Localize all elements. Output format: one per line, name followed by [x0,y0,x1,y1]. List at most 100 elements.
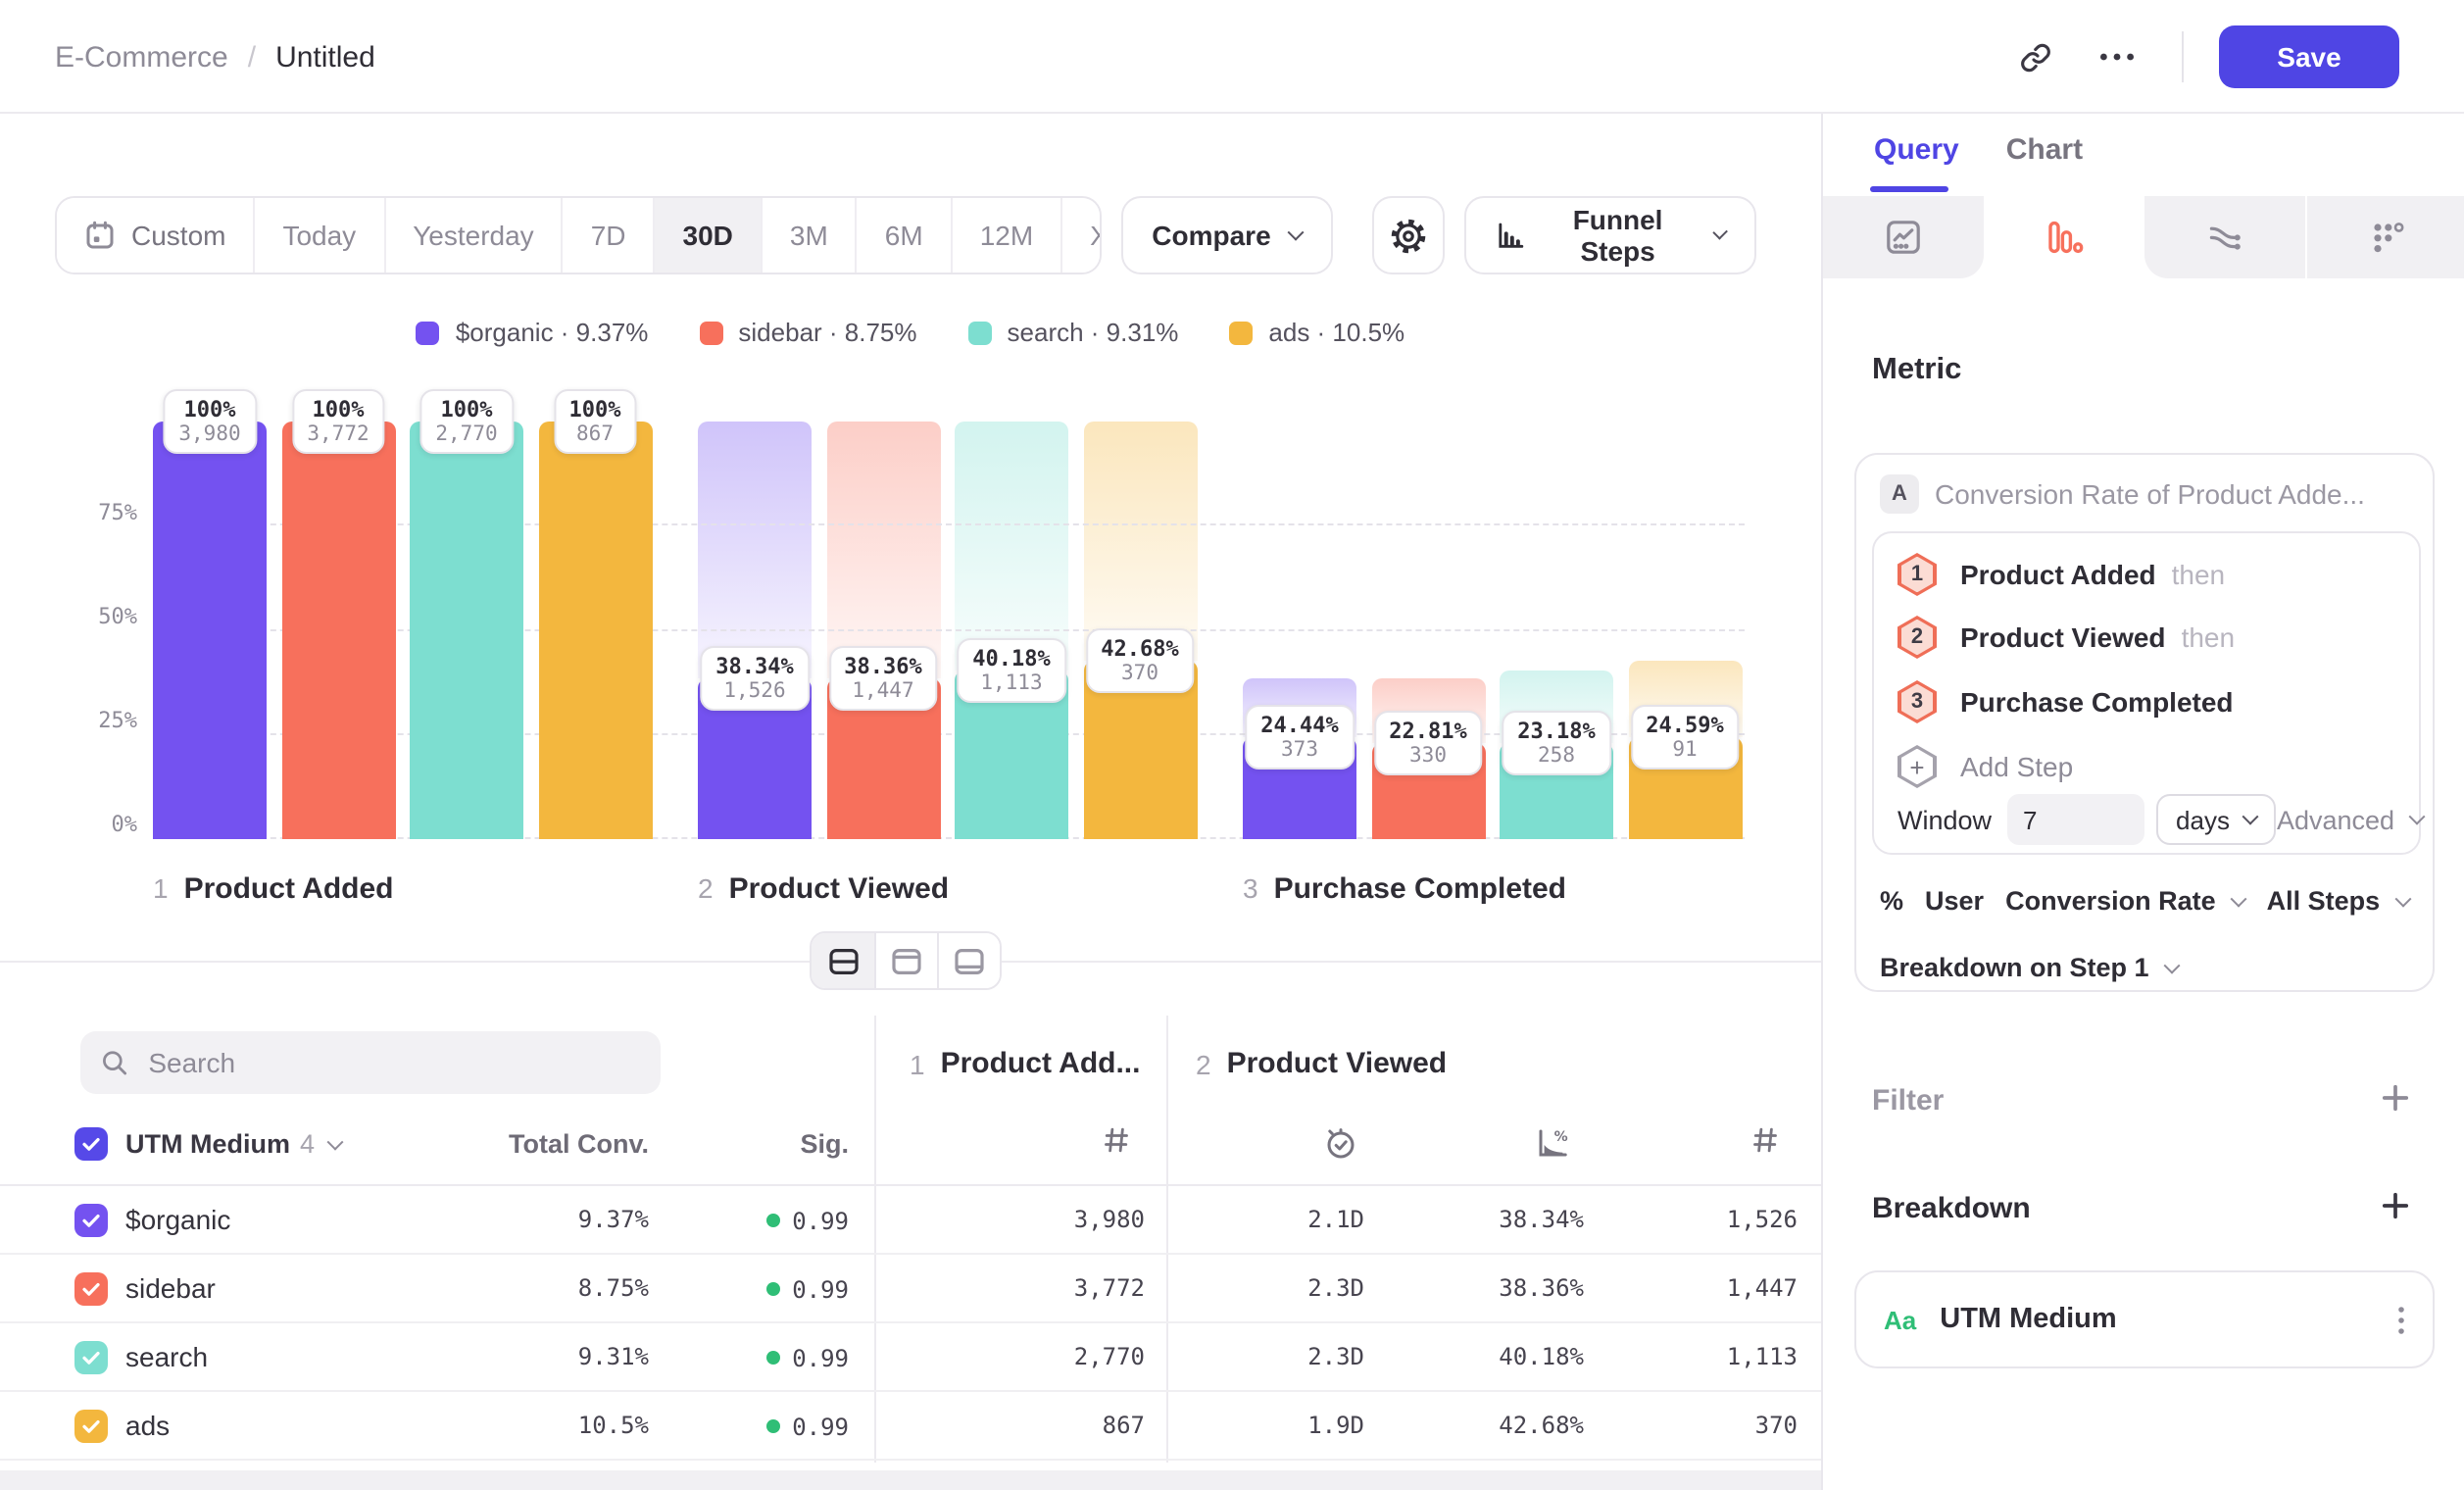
breadcrumb-project[interactable]: E-Commerce [55,40,228,74]
hash-icon [1102,1125,1131,1155]
select-all-checkbox[interactable] [74,1127,108,1161]
layout-chart-only-button[interactable] [874,933,937,988]
total-conv-column-header[interactable]: Total Conv. [453,1129,649,1159]
range-3m[interactable]: 3M [761,198,856,273]
breadcrumb-title[interactable]: Untitled [275,40,375,74]
range-6m[interactable]: 6M [856,198,951,273]
legend-item[interactable]: ads · 10.5% [1229,318,1404,347]
breakdown-on-selector[interactable]: Breakdown on Step 1 [1880,953,2179,982]
funnel-bar[interactable] [281,422,395,839]
table-row[interactable]: $organic9.37%0.993,9802.1D38.34%1,526 [0,1186,1821,1255]
range-custom[interactable]: Custom [57,198,253,273]
window-unit-select[interactable]: days [2156,794,2277,845]
compare-button[interactable]: Compare [1120,196,1333,274]
row-significance: 0.99 [725,1392,849,1461]
layout-top-icon [890,944,923,977]
table-row[interactable]: sidebar8.75%0.993,7722.3D38.36%1,447 [0,1255,1821,1323]
panel-tabs: Query Chart [1874,133,2083,167]
breakdown-count: 4 [300,1129,315,1159]
breakdown-property-card[interactable]: Aa UTM Medium [1854,1270,2435,1368]
count-column-icon[interactable] [1750,1125,1780,1165]
layout-table-only-button[interactable] [937,933,1000,988]
bar-count: 3,980 [178,422,240,446]
funnel-step-row[interactable]: 3 Purchase Completed [1897,680,2234,723]
add-filter-button[interactable] [2380,1082,2411,1114]
layout-split-button[interactable] [812,933,874,988]
range-today[interactable]: Today [253,198,383,273]
significance-column-header[interactable]: Sig. [751,1129,849,1159]
entity-selector[interactable]: User [1925,886,1984,916]
bar-pct: 22.81% [1389,720,1467,745]
percent-prefix: % [1880,886,1903,916]
legend-item[interactable]: search · 9.31% [968,318,1179,347]
check-icon [80,1416,102,1437]
range-xtd[interactable]: XTD [1060,198,1101,273]
bar-pct: 100% [307,397,369,422]
legend-item[interactable]: sidebar · 8.75% [699,318,916,347]
layout-bottom-icon [953,944,986,977]
row-checkbox[interactable] [74,1410,108,1443]
row-checkbox[interactable] [74,1204,108,1237]
search-input[interactable] [144,1045,641,1080]
table-search[interactable] [80,1031,661,1094]
save-button[interactable]: Save [2219,25,2399,88]
window-value-input[interactable] [2007,794,2144,845]
row-checkbox[interactable] [74,1272,108,1306]
row-total-conv: 9.37% [492,1186,649,1255]
range-7d[interactable]: 7D [562,198,654,273]
time-range-control: Custom Today Yesterday 7D 30D 3M 6M 12M … [55,196,1101,274]
funnel-bar-label: 38.34%1,526 [700,647,810,712]
flows-tab[interactable] [2144,195,2305,277]
row-significance: 0.99 [725,1255,849,1323]
funnel-ghost-bar [955,422,1068,671]
tab-query[interactable]: Query [1874,133,1959,167]
funnel-bar[interactable] [410,422,523,839]
significance-dot [766,1214,780,1227]
funnel-bar-label: 38.36%1,447 [828,647,938,712]
legend-label: $organic · 9.37% [456,318,649,347]
table-row[interactable]: ads10.5%0.998671.9D42.68%370 [0,1392,1821,1461]
chart-settings-button[interactable] [1373,196,1445,274]
row-checkbox[interactable] [74,1341,108,1374]
steps-scope-selector[interactable]: All Steps [2267,886,2410,916]
range-yesterday[interactable]: Yesterday [383,198,562,273]
breakdown-options-button[interactable] [2397,1305,2405,1334]
breadcrumb: E-Commerce / Untitled [55,0,375,114]
funnel-bar-label: 100%3,772 [291,389,384,454]
avg-time-column-icon[interactable] [1323,1125,1358,1170]
metric-series-row[interactable]: A Conversion Rate of Product Adde... [1880,474,2413,514]
y-axis-tick: 50% [55,604,137,629]
hash-icon [1750,1125,1780,1155]
conv-rate-column-icon[interactable]: % [1535,1125,1570,1170]
chevron-down-icon [1288,224,1305,241]
row-total-conv: 8.75% [492,1255,649,1323]
add-breakdown-button[interactable] [2380,1190,2411,1221]
funnel-bar-label: 42.68%370 [1085,628,1195,693]
funnel-bar[interactable] [153,422,267,839]
metric-type-selector[interactable]: Conversion Rate [2005,886,2245,916]
copy-link-button[interactable] [2005,27,2064,86]
range-label: Custom [131,220,225,251]
breakdown-column-header[interactable]: UTM Medium 4 [125,1129,340,1159]
table-row[interactable]: search9.31%0.992,7702.3D40.18%1,113 [0,1323,1821,1392]
range-12m[interactable]: 12M [951,198,1060,273]
string-type-badge: Aa [1884,1305,1916,1334]
chart-type-selector[interactable]: Funnel Steps [1464,196,1756,274]
funnel-step-row[interactable]: 2 Product Viewed then [1897,616,2235,659]
add-step-button[interactable]: + Add Step [1897,745,2073,788]
step-axis-label-1: 1 Product Added [153,869,394,908]
insights-tab[interactable] [1823,195,1984,277]
funnels-tab[interactable] [1984,195,2144,277]
more-menu-button[interactable] [2088,27,2146,86]
retention-tab[interactable] [2305,195,2464,277]
advanced-toggle[interactable]: Advanced [2277,805,2422,834]
tab-chart[interactable]: Chart [2006,133,2083,167]
count-column-icon[interactable] [1102,1125,1131,1165]
legend-swatch [417,321,440,344]
range-30d[interactable]: 30D [654,198,761,273]
bar-pct: 24.59% [1646,712,1724,737]
funnel-bar[interactable] [538,422,652,839]
legend-item[interactable]: $organic · 9.37% [417,318,649,347]
funnel-step-row[interactable]: 1 Product Added then [1897,553,2225,596]
row-avg-time: 2.3D [1235,1255,1364,1323]
